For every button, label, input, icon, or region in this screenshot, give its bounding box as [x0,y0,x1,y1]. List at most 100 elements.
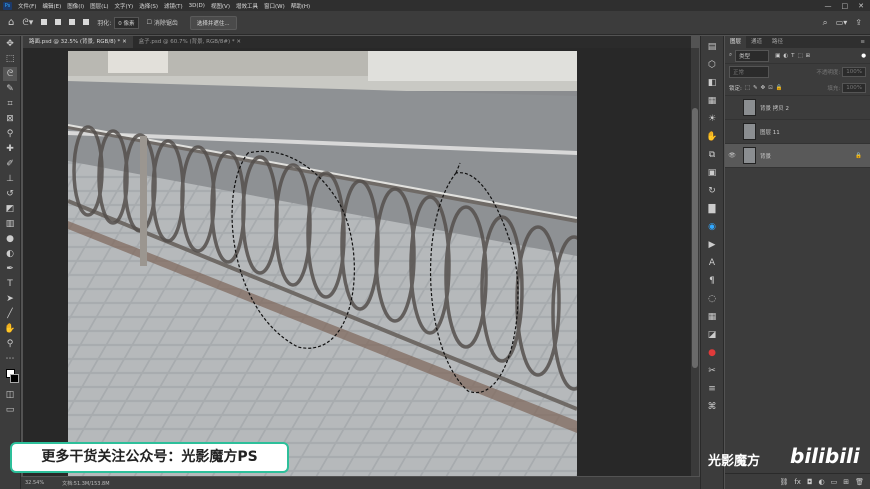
rotate-icon[interactable]: ↻ [705,184,719,198]
menu-plugins[interactable]: 增效工具 [236,2,258,10]
close-tab-icon[interactable]: ✕ [236,39,241,45]
menu-edit[interactable]: 编辑(E) [42,2,61,10]
tab-road-psd[interactable]: 路面.psd @ 32.5% (背景, RGB/8) * ✕ [23,36,133,48]
color-swatches-icon[interactable] [3,367,19,387]
layer-name[interactable]: 背景 拷贝 2 [760,104,789,112]
tools-panel-icon[interactable]: ✂ [705,364,719,378]
brush-tool-icon[interactable]: ✐ [3,157,17,171]
document-canvas[interactable] [68,51,577,476]
home-icon[interactable]: ⌂ [8,17,14,28]
workspace-icon[interactable]: ▭▾ [836,18,848,27]
menu-filter[interactable]: 滤镜(T) [164,2,183,10]
history-brush-icon[interactable]: ↺ [3,187,17,201]
quick-select-icon[interactable]: ✎ [3,82,17,96]
layer-filter-select[interactable]: 类型 [735,49,770,62]
record-icon[interactable]: ● [705,346,719,360]
quick-mask-icon[interactable]: ◫ [3,388,17,402]
minimize-icon[interactable]: — [825,2,832,10]
hand-tool-icon[interactable]: ✋ [3,322,17,336]
add-mask-icon[interactable]: ◘ [807,478,813,486]
feather-input[interactable]: 0 像素 [114,16,139,29]
gradient-panel-icon[interactable]: ◪ [705,328,719,342]
layer-row[interactable]: 👁 背景 🔒 [725,144,870,168]
zoom-level[interactable]: 32.54% [25,480,44,486]
scroll-thumb[interactable] [692,108,698,368]
styles-icon[interactable]: ◌ [705,292,719,306]
layer-row[interactable]: 图层 11 [725,120,870,144]
blend-mode-select[interactable]: 正常 [729,66,769,78]
path-select-icon[interactable]: ➤ [3,292,17,306]
blur-tool-icon[interactable]: ● [3,232,17,246]
color-wheel-icon[interactable]: ◉ [705,220,719,234]
lasso-tool-icon[interactable]: ᘓ▾ [22,18,33,28]
3d-icon[interactable]: ⬡ [705,58,719,72]
crop-tool-icon[interactable]: ⌗ [3,97,17,111]
move-tool-icon[interactable]: ✥ [3,37,17,51]
menu-window[interactable]: 窗口(W) [264,2,285,10]
subtract-selection-icon[interactable] [69,18,76,27]
lock-icons[interactable]: ⬚✎✥⊡🔒 [745,85,786,91]
filter-icons[interactable]: ▣◐T⬚⊞ [775,53,813,59]
menu-image[interactable]: 图像(I) [67,2,84,10]
levels-icon[interactable]: ▇ [705,202,719,216]
adjustment-layer-icon[interactable]: ◐ [819,478,825,486]
antialias-checkbox[interactable]: ☐ [147,19,152,26]
menu-view[interactable]: 视图(V) [211,2,230,10]
fx-icon[interactable]: fx [794,478,801,486]
fill-input[interactable]: 100% [842,82,866,93]
swatches-icon[interactable]: ▦ [705,310,719,324]
close-icon[interactable]: ✕ [858,2,864,10]
paragraph-icon[interactable]: ¶ [705,274,719,288]
play-icon[interactable]: ▶ [705,238,719,252]
opacity-input[interactable]: 100% [842,67,866,77]
menu-type[interactable]: 文字(Y) [115,2,134,10]
pen-tool-icon[interactable]: ✒ [3,262,17,276]
tab-box-psd[interactable]: 盒子.psd @ 60.7% (背景, RGB/8#) * ✕ [133,36,247,48]
eye-icon[interactable]: 👁 [725,152,739,159]
new-layer-icon[interactable]: ⊞ [843,478,849,486]
healing-brush-icon[interactable]: ✚ [3,142,17,156]
maximize-icon[interactable]: □ [842,2,849,10]
new-selection-icon[interactable] [41,18,48,27]
tab-paths[interactable]: 路径 [767,36,788,48]
new-group-icon[interactable]: ▭ [831,478,838,486]
history-icon[interactable]: ▤ [705,40,719,54]
search-icon[interactable]: ⌕ [823,18,828,28]
panel-menu-icon[interactable]: ≡ [855,36,870,48]
dodge-tool-icon[interactable]: ◐ [3,247,17,261]
brush-settings-icon[interactable]: ▦ [705,94,719,108]
frame-tool-icon[interactable]: ⊠ [3,112,17,126]
screen-mode-icon[interactable]: ▭ [3,403,17,417]
close-tab-icon[interactable]: ✕ [122,39,127,45]
select-and-mask-button[interactable]: 选择并遮住... [189,15,237,30]
layer-name[interactable]: 图层 11 [760,128,780,136]
more-tools-icon[interactable]: ⋯ [3,352,17,366]
type-tool-icon[interactable]: T [3,277,17,291]
clone-stamp-icon[interactable]: ⊥ [3,172,17,186]
menu-layer[interactable]: 图层(L) [90,2,108,10]
character-icon[interactable]: A [705,256,719,270]
zoom-tool-icon[interactable]: ⚲ [3,337,17,351]
delete-layer-icon[interactable]: 🗑 [855,478,864,486]
link-layers-icon[interactable]: ⛓ [779,478,788,486]
eraser-icon[interactable]: ◩ [3,202,17,216]
tab-channels[interactable]: 通道 [746,36,767,48]
tab-layers[interactable]: 图层 [725,36,747,48]
menu-3d[interactable]: 3D(D) [189,3,205,9]
line-tool-icon[interactable]: ╱ [3,307,17,321]
intersect-selection-icon[interactable] [83,18,90,27]
share-icon[interactable]: ⇪ [855,18,862,27]
eyedropper-icon[interactable]: ⚲ [3,127,17,141]
menu-select[interactable]: 选择(S) [139,2,158,10]
layer-comps-icon[interactable]: ≡ [705,382,719,396]
layer-row[interactable]: 背景 拷贝 2 [725,96,870,120]
vertical-scrollbar[interactable] [691,48,699,476]
hand-icon[interactable]: ✋ [705,130,719,144]
filter-toggle-icon[interactable]: ● [861,53,866,59]
gradient-icon[interactable]: ▥ [3,217,17,231]
marquee-tool-icon[interactable]: ⬚ [3,52,17,66]
add-selection-icon[interactable] [55,18,62,27]
layer-name[interactable]: 背景 [760,152,771,160]
clone-source-icon[interactable]: ⧉ [705,148,719,162]
properties-icon[interactable]: ▣ [705,166,719,180]
